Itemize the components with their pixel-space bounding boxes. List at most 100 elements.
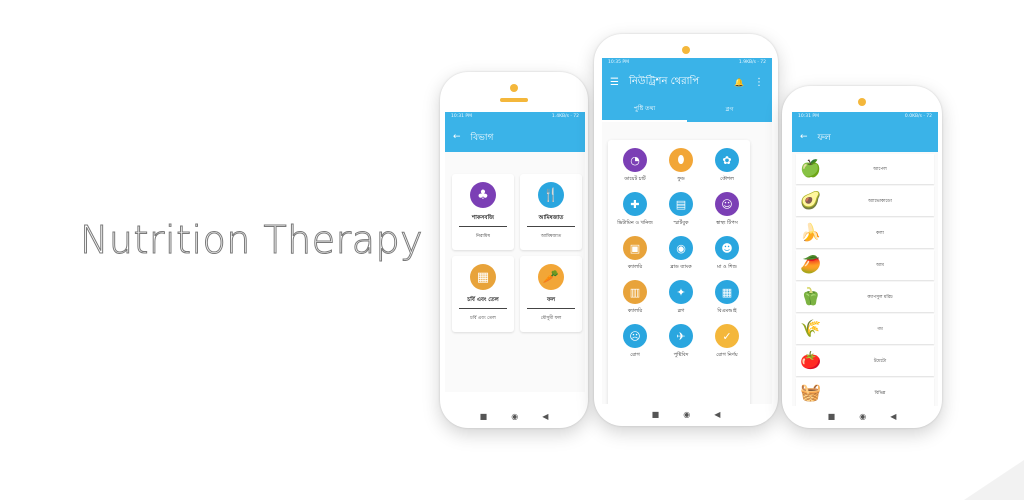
- menu-item[interactable]: ▤ স্মার্টবুক: [659, 192, 703, 226]
- home-icon[interactable]: ◉: [683, 410, 690, 419]
- category-card[interactable]: ▦ চর্বি এবং তেল চর্বি এবং তেল: [452, 256, 514, 332]
- menu-item-label: কৌশল: [720, 176, 734, 182]
- nav-bar: ■ ◉ ◀: [440, 404, 588, 428]
- screen: 10:35 PM 1.9KB/s · 72 ☰ নিউট্রিশন থেরাপি…: [602, 58, 772, 404]
- category-card[interactable]: ♣ শাকসবজি নিরামিষ: [452, 174, 514, 250]
- back-icon[interactable]: ◀: [542, 412, 548, 421]
- menu-item[interactable]: ⬮ ফুড: [659, 148, 703, 182]
- fruit-name: আম: [876, 262, 884, 268]
- menu-item-label: ক্যালরি: [627, 264, 643, 270]
- back-arrow-icon[interactable]: ←: [453, 132, 461, 142]
- more-vert-icon[interactable]: ⋮: [754, 77, 764, 88]
- apple-icon: 🍏: [800, 159, 822, 179]
- nav-bar: ■ ◉ ◀: [782, 404, 942, 428]
- disease-icon: ☹: [623, 324, 647, 348]
- menu-item-label: স্মার্টবুক: [673, 220, 689, 226]
- list-item[interactable]: 🥭 আম: [796, 250, 934, 280]
- fruit-list: 🍏 আপেল 🥑 অ্যাভোকাডো 🍌 কলা 🥭 আম 🫑 ক্যাপসুল মরিচ 🌾 গম…: [792, 152, 938, 406]
- menu-item[interactable]: ☻ মা ও শিশু: [705, 236, 749, 270]
- app-title: নিউট্রিশন থেরাপি: [628, 75, 700, 87]
- calorie-icon: ▣: [623, 236, 647, 260]
- tab-blog[interactable]: ব্লগ: [687, 96, 772, 122]
- menu-item[interactable]: ✿ কৌশল: [705, 148, 749, 182]
- phone-categories: 10:31 PM 1.4KB/s · 72 ← বিভাগ ♣ শাকসবজি নি…: [440, 72, 588, 428]
- menu-item-label: বিএমআই: [717, 308, 737, 314]
- back-icon[interactable]: ◀: [890, 412, 896, 421]
- app-bar: ☰ নিউট্রিশন থেরাপি 🔔 ⋮: [602, 68, 772, 96]
- menu-item[interactable]: ✦ ব্লগ: [659, 280, 703, 314]
- background-corner: [964, 460, 1024, 500]
- status-right: 1.4KB/s · 72: [551, 114, 579, 119]
- bell-icon[interactable]: 🔔: [734, 78, 744, 87]
- menu-icon[interactable]: ☰: [610, 77, 619, 88]
- banana-icon: 🍌: [800, 223, 822, 243]
- tab-nutrition-info[interactable]: পুষ্টি তথ্য: [602, 96, 687, 122]
- menu-item[interactable]: ☺ স্বাস্থ্য টিপস: [705, 192, 749, 226]
- menu-item-label: ভিটামিন ও খনিজ: [617, 220, 653, 226]
- menu-item-label: মা ও শিশু: [717, 264, 737, 270]
- menu-item[interactable]: ☹ রোগ: [613, 324, 657, 358]
- status-right: 1.9KB/s · 72: [738, 60, 766, 65]
- app-bar: ← ফল: [792, 122, 938, 152]
- list-item[interactable]: 🧺 বিভিন্ন: [796, 378, 934, 406]
- category-card[interactable]: 🥕 ফল মৌসুমী ফল: [520, 256, 582, 332]
- menu-item-label: পুষ্টিবিদ: [673, 352, 689, 358]
- tomato-icon: 🍅: [800, 351, 822, 371]
- screen: 10:31 PM 0.0KB/s · 72 ← ফল 🍏 আপেল 🥑 অ্যাভোক…: [792, 112, 938, 406]
- menu-item-label: ডায়েট চার্ট: [624, 176, 646, 182]
- oil-icon: ▦: [470, 264, 496, 290]
- home-icon[interactable]: ◉: [859, 412, 866, 421]
- mango-icon: 🥭: [800, 255, 822, 275]
- category-title: আমিষজাত: [538, 215, 564, 221]
- camera-dot: [858, 98, 866, 106]
- menu-item[interactable]: ▥ ক্যালরি: [613, 280, 657, 314]
- status-right: 0.0KB/s · 72: [904, 114, 932, 119]
- list-item[interactable]: 🫑 ক্যাপসুল মরিচ: [796, 282, 934, 312]
- list-item[interactable]: 🍌 কলা: [796, 218, 934, 248]
- back-arrow-icon[interactable]: ←: [800, 132, 808, 142]
- home-icon[interactable]: ◉: [511, 412, 518, 421]
- menu-item-label: রোগ: [630, 352, 640, 358]
- list-item[interactable]: 🥑 অ্যাভোকাডো: [796, 186, 934, 216]
- menu-item-label: ব্লাড ব্যাংক: [670, 264, 692, 270]
- bmi-icon: ▦: [715, 280, 739, 304]
- menu-item-label: ক্যালরি: [627, 308, 643, 314]
- menu-item[interactable]: ▦ বিএমআই: [705, 280, 749, 314]
- list-item[interactable]: 🍏 আপেল: [796, 154, 934, 184]
- category-card[interactable]: 🍴 আমিষজাত আমিষজাত: [520, 174, 582, 250]
- technique-icon: ✿: [715, 148, 739, 172]
- wheat-icon: 🌾: [800, 319, 822, 339]
- menu-item[interactable]: ◔ ডায়েট চার্ট: [613, 148, 657, 182]
- divider: [527, 308, 575, 309]
- fork-knife-icon: 🍴: [538, 182, 564, 208]
- recents-icon[interactable]: ■: [828, 412, 836, 421]
- menu-item[interactable]: ◉ ব্লাড ব্যাংক: [659, 236, 703, 270]
- calorie-book-icon: ▥: [623, 280, 647, 304]
- status-time: 10:31 PM: [451, 114, 472, 119]
- menu-item[interactable]: ✚ ভিটামিন ও খনিজ: [613, 192, 657, 226]
- diet-chart-icon: ◔: [623, 148, 647, 172]
- status-bar: 10:31 PM 0.0KB/s · 72: [792, 112, 938, 122]
- nutritionist-icon: ✈: [669, 324, 693, 348]
- food-icon: ⬮: [669, 148, 693, 172]
- category-title: শাকসবজি: [472, 215, 494, 221]
- status-time: 10:31 PM: [798, 114, 819, 119]
- menu-item[interactable]: ✓ রোগ নির্ণয়: [705, 324, 749, 358]
- category-subtitle: মৌসুমী ফল: [540, 316, 562, 321]
- fruit-name: অ্যাভোকাডো: [868, 198, 892, 204]
- category-title: ফল: [546, 297, 556, 303]
- recents-icon[interactable]: ■: [652, 410, 660, 419]
- blood-bank-icon: ◉: [669, 236, 693, 260]
- list-item[interactable]: 🌾 গম: [796, 314, 934, 344]
- category-grid: ♣ শাকসবজি নিরামিষ 🍴 আমিষজাত আমিষজাত ▦ চর্বি এবং…: [445, 152, 585, 332]
- vitamin-icon: ✚: [623, 192, 647, 216]
- recents-icon[interactable]: ■: [480, 412, 488, 421]
- nav-bar: ■ ◉ ◀: [594, 402, 778, 426]
- back-icon[interactable]: ◀: [714, 410, 720, 419]
- camera-dot: [510, 84, 518, 92]
- fruit-name: কলা: [876, 230, 884, 236]
- fruit-icon: 🥕: [538, 264, 564, 290]
- list-item[interactable]: 🍅 টমেটো: [796, 346, 934, 376]
- menu-item[interactable]: ▣ ক্যালরি: [613, 236, 657, 270]
- menu-item[interactable]: ✈ পুষ্টিবিদ: [659, 324, 703, 358]
